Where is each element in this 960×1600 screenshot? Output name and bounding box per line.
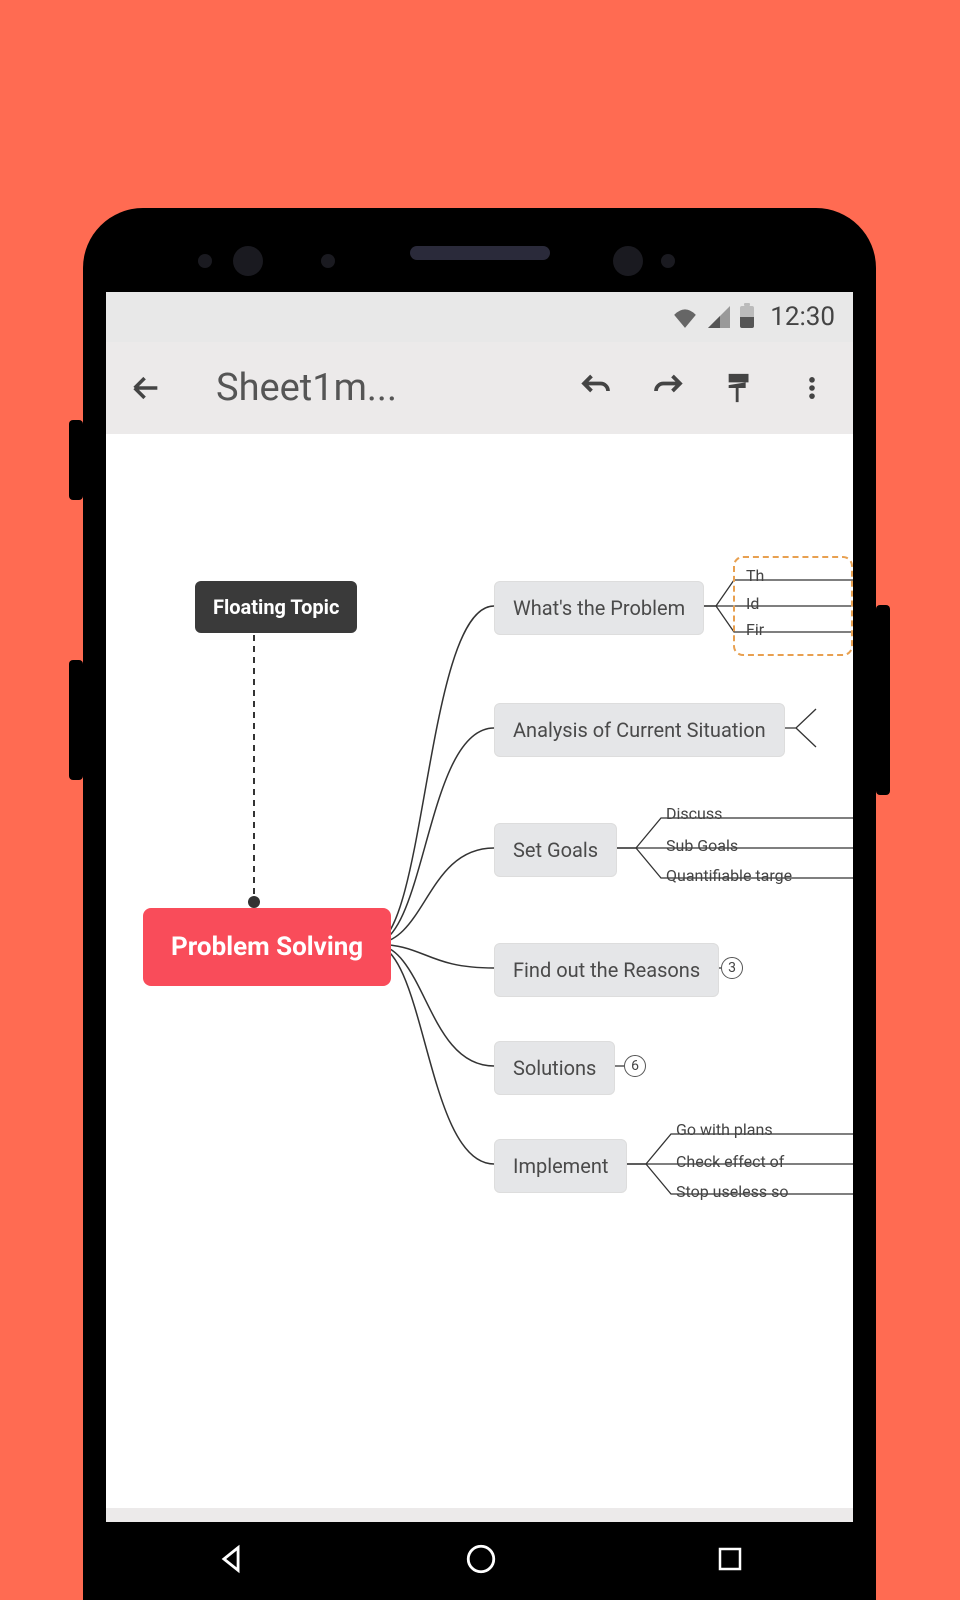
- sub-item[interactable]: Check effect of: [676, 1152, 784, 1171]
- status-time: 12:30: [770, 302, 835, 332]
- app-toolbar: Sheet1m...: [106, 342, 853, 434]
- branch-label: Analysis of Current Situation: [513, 718, 766, 742]
- redo-icon: [650, 370, 686, 406]
- undo-button[interactable]: [575, 367, 617, 409]
- branch-node-set-goals[interactable]: Set Goals: [494, 823, 617, 877]
- mindmap-canvas[interactable]: Floating Topic Problem Solving What's th…: [106, 434, 853, 1508]
- branch-node-whats-the-problem[interactable]: What's the Problem: [494, 581, 704, 635]
- redo-button[interactable]: [647, 367, 689, 409]
- format-paint-icon: [723, 371, 757, 405]
- android-nav-bar: [106, 1522, 853, 1600]
- screen: 12:30 Sheet1m...: [106, 292, 853, 1600]
- branch-label: Solutions: [513, 1056, 596, 1080]
- phone-frame: 12:30 Sheet1m...: [83, 208, 876, 1600]
- format-button[interactable]: [719, 367, 761, 409]
- wifi-icon: [672, 306, 698, 328]
- android-home-button[interactable]: [464, 1542, 498, 1580]
- phone-sensor: [661, 254, 675, 268]
- sub-item[interactable]: Go with plans: [676, 1120, 773, 1139]
- count-value: 3: [728, 960, 736, 976]
- floating-topic-label: Floating Topic: [213, 595, 339, 619]
- android-back-button[interactable]: [214, 1542, 248, 1580]
- more-menu-button[interactable]: [791, 367, 833, 409]
- undo-icon: [578, 370, 614, 406]
- floating-topic-node[interactable]: Floating Topic: [195, 581, 357, 633]
- central-topic-node[interactable]: Problem Solving: [143, 908, 391, 986]
- circle-home-icon: [464, 1542, 498, 1576]
- signal-icon: [708, 306, 730, 328]
- branch-label: Find out the Reasons: [513, 958, 700, 982]
- back-button[interactable]: [126, 368, 166, 408]
- phone-sensor: [198, 254, 212, 268]
- branch-label: What's the Problem: [513, 596, 685, 620]
- branch-node-implement[interactable]: Implement: [494, 1139, 627, 1193]
- phone-volume-down: [69, 660, 83, 780]
- sub-item[interactable]: Sub Goals: [666, 836, 738, 855]
- sub-item[interactable]: Fir: [746, 620, 764, 639]
- phone-volume-up: [69, 420, 83, 500]
- phone-power: [876, 605, 890, 795]
- sub-item[interactable]: Quantifiable targe: [666, 866, 792, 885]
- collapsed-count-badge[interactable]: 6: [624, 1055, 646, 1077]
- sub-item[interactable]: Stop useless so: [676, 1182, 788, 1201]
- triangle-back-icon: [214, 1542, 248, 1576]
- phone-speaker: [410, 246, 550, 260]
- phone-camera: [233, 246, 263, 276]
- central-topic-label: Problem Solving: [171, 932, 363, 962]
- sub-item[interactable]: Discuss: [666, 804, 722, 823]
- phone-camera: [613, 246, 643, 276]
- branch-node-solutions[interactable]: Solutions: [494, 1041, 615, 1095]
- branch-node-reasons[interactable]: Find out the Reasons: [494, 943, 719, 997]
- sub-item[interactable]: Th: [746, 566, 764, 585]
- android-recents-button[interactable]: [715, 1544, 745, 1578]
- square-recents-icon: [715, 1544, 745, 1574]
- battery-icon: [740, 306, 754, 328]
- more-vert-icon: [798, 374, 826, 402]
- phone-sensor: [321, 254, 335, 268]
- count-value: 6: [631, 1058, 639, 1074]
- status-bar: 12:30: [106, 292, 853, 342]
- branch-label: Set Goals: [513, 838, 598, 862]
- arrow-left-icon: [129, 371, 163, 405]
- document-title[interactable]: Sheet1m...: [216, 366, 397, 410]
- collapsed-count-badge[interactable]: 3: [721, 957, 743, 979]
- branch-label: Implement: [513, 1154, 608, 1178]
- branch-node-analysis[interactable]: Analysis of Current Situation: [494, 703, 785, 757]
- sub-item[interactable]: Id: [746, 594, 759, 613]
